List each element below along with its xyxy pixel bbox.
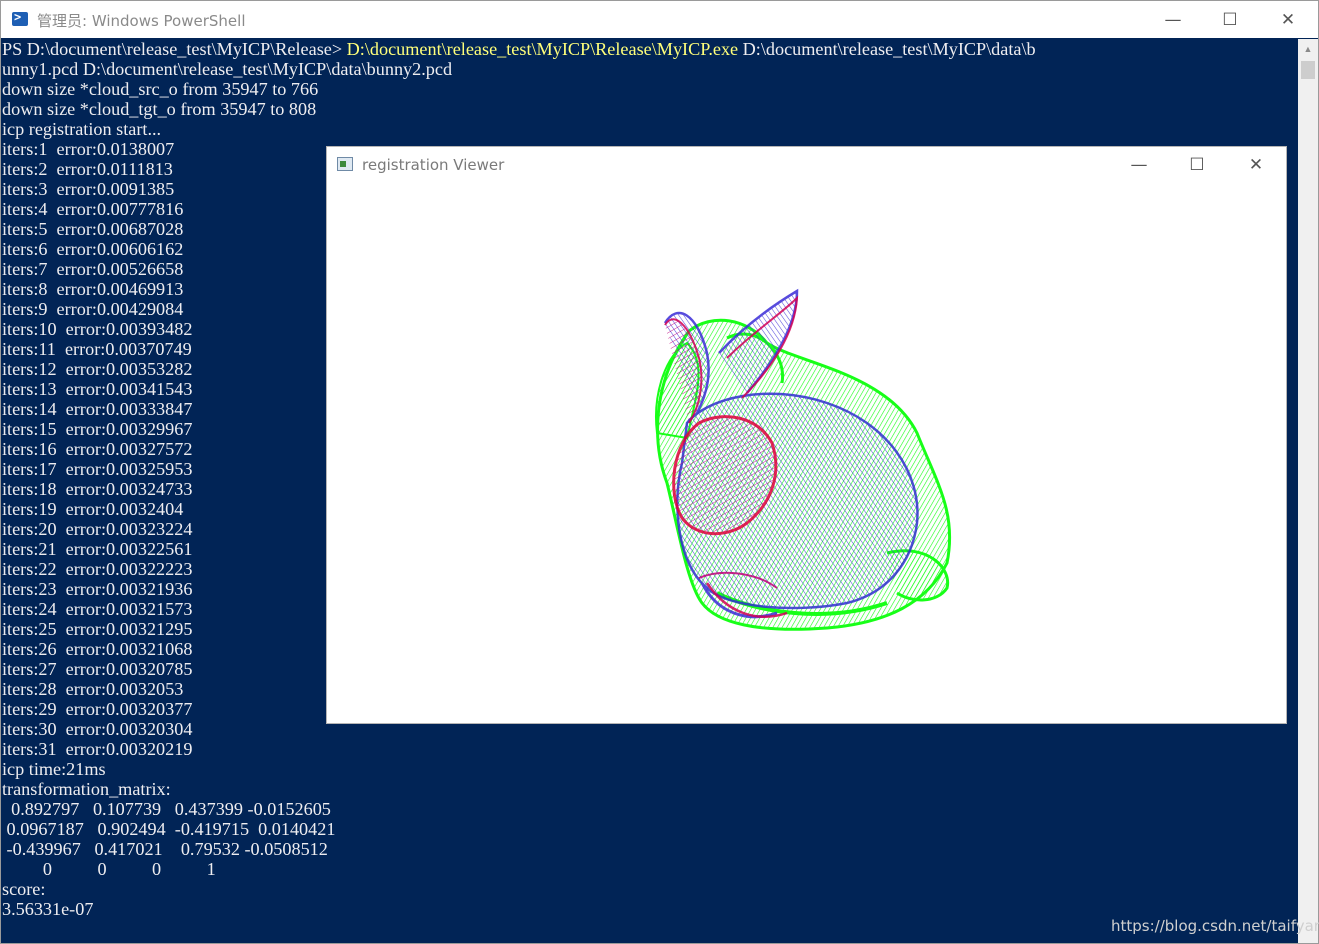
console-line: iters:17 error:0.00325953 [2, 459, 193, 479]
command-args: D:\document\release_test\MyICP\data\b [738, 39, 1036, 59]
viewer-app-icon [337, 157, 353, 171]
close-button[interactable]: ✕ [1259, 1, 1317, 38]
console-line: iters:25 error:0.00321295 [2, 619, 193, 639]
console-line: transformation_matrix: [2, 779, 171, 799]
console-line: iters:13 error:0.00341543 [2, 379, 193, 399]
console-line: 0.892797 0.107739 0.437399 -0.0152605 [2, 799, 331, 819]
console-line: down size *cloud_tgt_o from 35947 to 808 [2, 99, 317, 119]
console-line: 3.56331e-07 [2, 899, 94, 919]
console-line: 0.0967187 0.902494 -0.419715 0.0140421 [2, 819, 336, 839]
maximize-button[interactable]: ☐ [1201, 1, 1259, 38]
viewer-minimize-button[interactable]: — [1110, 147, 1168, 183]
console-line: iters:24 error:0.00321573 [2, 599, 193, 619]
console-line: iters:20 error:0.00323224 [2, 519, 193, 539]
console-line: iters:21 error:0.00322561 [2, 539, 193, 559]
console-line: iters:3 error:0.0091385 [2, 179, 175, 199]
console-line: iters:26 error:0.00321068 [2, 639, 193, 659]
console-line: iters:1 error:0.0138007 [2, 139, 175, 159]
console-line: iters:27 error:0.00320785 [2, 659, 193, 679]
console-line: iters:19 error:0.0032404 [2, 499, 184, 519]
scrollbar-thumb[interactable] [1301, 61, 1315, 79]
viewer-titlebar[interactable]: registration Viewer — ☐ ✕ [327, 147, 1286, 183]
console-line: iters:22 error:0.00322223 [2, 559, 193, 579]
viewer-maximize-button[interactable]: ☐ [1168, 147, 1226, 183]
console-line: iters:8 error:0.00469913 [2, 279, 184, 299]
bunny-point-cloud [655, 288, 952, 631]
console-line: iters:16 error:0.00327572 [2, 439, 193, 459]
prompt-text: PS D:\document\release_test\MyICP\Releas… [2, 39, 347, 59]
powershell-icon: > [12, 10, 28, 26]
viewer-close-button[interactable]: ✕ [1227, 147, 1285, 183]
watermark: https://blog.csdn.net/taifyang [1111, 917, 1319, 935]
console-line: iters:30 error:0.00320304 [2, 719, 193, 739]
console-line: down size *cloud_src_o from 35947 to 766 [2, 79, 319, 99]
console-line: iters:11 error:0.00370749 [2, 339, 192, 359]
console-line: iters:4 error:0.00777816 [2, 199, 184, 219]
console-line: -0.439967 0.417021 0.79532 -0.0508512 [2, 839, 328, 859]
console-line: iters:18 error:0.00324733 [2, 479, 193, 499]
scroll-up-arrow-icon[interactable]: ▲ [1298, 41, 1318, 57]
minimize-button[interactable]: — [1144, 1, 1202, 38]
viewer-title: registration Viewer [362, 156, 505, 174]
console-line: score: [2, 879, 46, 899]
console-line: iters:14 error:0.00333847 [2, 399, 193, 419]
console-line: iters:2 error:0.0111813 [2, 159, 173, 179]
console-line: icp time:21ms [2, 759, 106, 779]
console-line: iters:7 error:0.00526658 [2, 259, 184, 279]
console-line: iters:5 error:0.00687028 [2, 219, 184, 239]
console-line: iters:23 error:0.00321936 [2, 579, 193, 599]
console-line: iters:6 error:0.00606162 [2, 239, 184, 259]
prompt-line: PS D:\document\release_test\MyICP\Releas… [2, 39, 1036, 59]
point-cloud-canvas[interactable] [327, 183, 1286, 723]
console-line: iters:9 error:0.00429084 [2, 299, 184, 319]
console-line: iters:31 error:0.00320219 [2, 739, 193, 759]
console-line: iters:12 error:0.00353282 [2, 359, 193, 379]
console-line: iters:10 error:0.00393482 [2, 319, 193, 339]
command-text: D:\document\release_test\MyICP\Release\M… [346, 39, 739, 59]
window-title: 管理员: Windows PowerShell [37, 12, 246, 30]
powershell-titlebar[interactable]: > 管理员: Windows PowerShell — ☐ ✕ [1, 1, 1318, 38]
vertical-scrollbar[interactable]: ▲ [1298, 39, 1318, 943]
command-args-continued: unny1.pcd D:\document\release_test\MyICP… [2, 59, 453, 79]
console-line: 0 0 0 1 [2, 859, 216, 879]
console-line: iters:28 error:0.0032053 [2, 679, 184, 699]
console-line: iters:29 error:0.00320377 [2, 699, 193, 719]
console-line: icp registration start... [2, 119, 162, 139]
registration-viewer-window: registration Viewer — ☐ ✕ [326, 146, 1287, 724]
console-line: iters:15 error:0.00329967 [2, 419, 193, 439]
